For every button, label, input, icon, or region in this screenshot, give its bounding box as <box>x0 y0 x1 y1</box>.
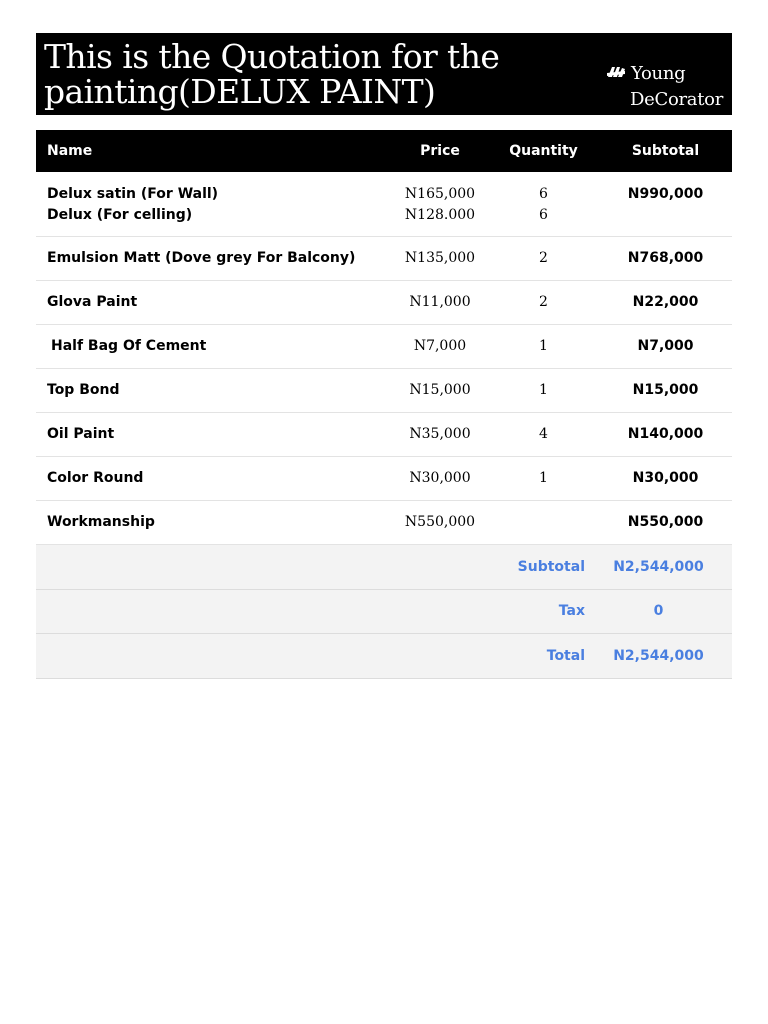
column-header-name: Name <box>47 143 93 159</box>
item-price: N550,000 <box>404 514 476 530</box>
item-price: N165,000 N128.000 <box>392 184 488 226</box>
brand-name-line-1: Young <box>631 63 686 84</box>
item-quantity: 2 <box>539 250 548 266</box>
table-row: Workmanship N550,000 N550,000 <box>36 501 732 545</box>
item-quantity: 6 6 <box>488 184 599 226</box>
table-row: Delux satin (For Wall) Delux (For cellin… <box>36 172 732 237</box>
item-quantity: 1 <box>539 338 548 354</box>
page-title: This is the Quotation for the painting(D… <box>44 39 544 109</box>
item-price-line: N165,000 <box>404 186 476 202</box>
item-subtotal: N550,000 <box>627 514 704 530</box>
column-header-price: Price <box>420 143 460 159</box>
item-subtotal: N768,000 <box>627 250 704 266</box>
item-name-line: Delux satin (For Wall) <box>47 186 219 202</box>
item-quantity-line: 6 <box>539 186 548 202</box>
item-price-line: N128.000 <box>404 207 476 223</box>
item-price: N135,000 <box>404 250 476 266</box>
summary-tax-value: 0 <box>653 603 664 620</box>
item-subtotal: N22,000 <box>632 294 699 310</box>
quotation-header: This is the Quotation for the painting(D… <box>36 33 732 115</box>
table-row: Color Round N30,000 1 N30,000 <box>36 457 732 501</box>
summary-total-label: Total <box>546 647 585 664</box>
table-row: Glova Paint N11,000 2 N22,000 <box>36 281 732 325</box>
summary-total-row: Total N2,544,000 <box>36 634 732 679</box>
title-line-1: This is the Quotation for the <box>44 37 500 76</box>
item-price: N11,000 <box>409 294 471 310</box>
item-name-line: Delux (For celling) <box>47 207 193 223</box>
item-name: Emulsion Matt (Dove grey For Balcony) <box>47 250 356 266</box>
summary-subtotal-row: Subtotal N2,544,000 <box>36 545 732 590</box>
table-row: Oil Paint N35,000 4 N140,000 <box>36 413 732 457</box>
table-row: Emulsion Matt (Dove grey For Balcony) N1… <box>36 237 732 281</box>
summary-subtotal-value: N2,544,000 <box>613 558 704 575</box>
item-subtotal: N7,000 <box>637 338 694 354</box>
item-name: Oil Paint <box>47 426 115 442</box>
item-quantity: 4 <box>539 426 548 442</box>
item-price: N30,000 <box>409 470 471 486</box>
item-price: N15,000 <box>409 382 471 398</box>
item-price: N35,000 <box>409 426 471 442</box>
item-name: Glova Paint <box>47 294 138 310</box>
item-quantity-line: 6 <box>539 207 548 223</box>
item-name: Color Round <box>47 470 144 486</box>
item-quantity: 2 <box>539 294 548 310</box>
table-header: Name Price Quantity Subtotal <box>36 130 732 172</box>
item-price: N7,000 <box>413 338 467 354</box>
item-name: Workmanship <box>47 514 155 530</box>
item-quantity: 1 <box>539 470 548 486</box>
column-header-quantity: Quantity <box>509 143 578 159</box>
item-subtotal: N990,000 <box>627 186 704 202</box>
brand-name-line-2: DeCorator <box>630 89 724 110</box>
title-line-2: painting(DELUX PAINT) <box>44 72 436 111</box>
item-name: Delux satin (For Wall) Delux (For cellin… <box>36 184 392 226</box>
item-subtotal: N30,000 <box>632 470 699 486</box>
item-name: Top Bond <box>47 382 120 398</box>
table-row: Top Bond N15,000 1 N15,000 <box>36 369 732 413</box>
item-subtotal: N15,000 <box>632 382 699 398</box>
paint-brush-icon <box>607 67 625 77</box>
summary-tax-row: Tax 0 <box>36 589 732 634</box>
table-row: Half Bag Of Cement N7,000 1 N7,000 <box>36 325 732 369</box>
item-name: Half Bag Of Cement <box>51 338 207 354</box>
quotation-table: Name Price Quantity Subtotal Delux satin… <box>36 130 732 679</box>
column-header-subtotal: Subtotal <box>631 143 700 159</box>
summary-subtotal-label: Subtotal <box>517 558 585 575</box>
item-quantity: 1 <box>539 382 548 398</box>
item-subtotal: N140,000 <box>627 426 704 442</box>
brand-logo: Young DeCorator <box>606 61 728 113</box>
summary-tax-label: Tax <box>558 603 585 620</box>
summary-total-value: N2,544,000 <box>613 647 704 664</box>
